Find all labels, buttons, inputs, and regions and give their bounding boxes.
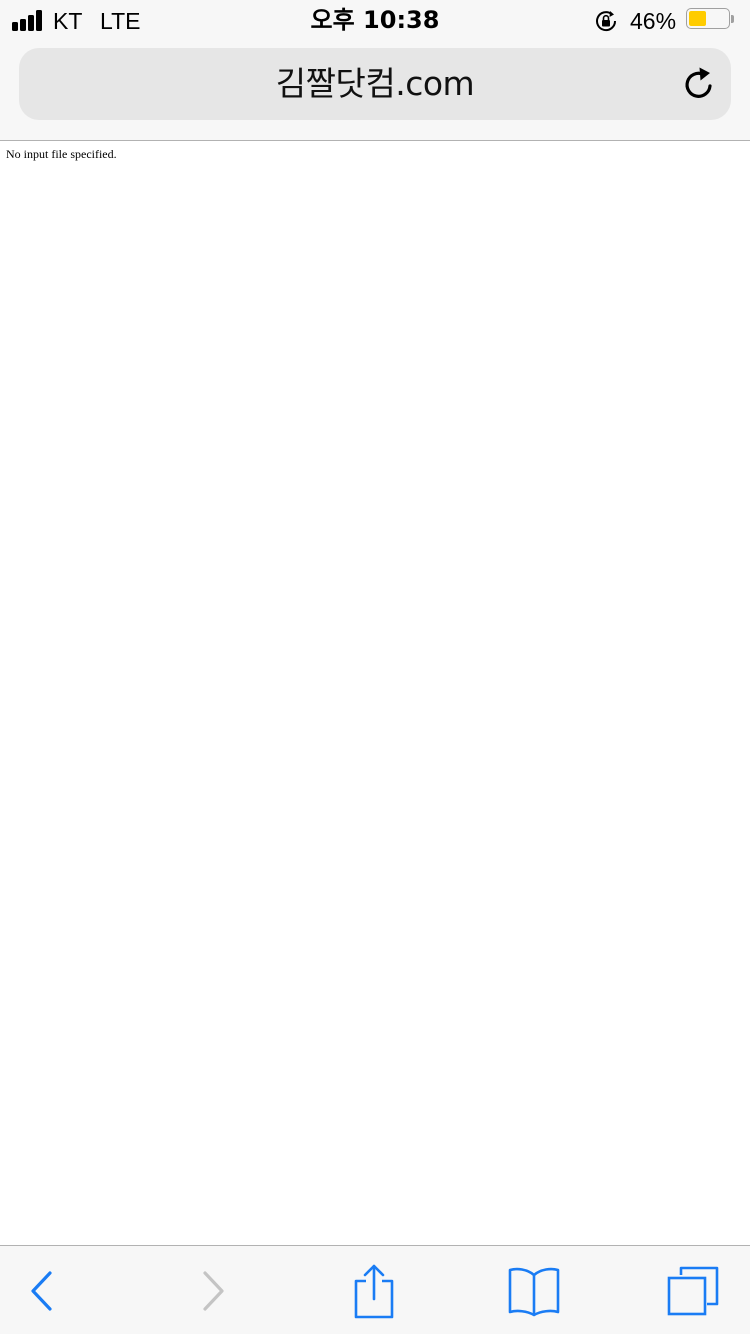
battery-percent: 46% — [630, 8, 677, 34]
address-bar-area: 김짤닷컴.com — [0, 40, 750, 141]
bottom-toolbar — [0, 1245, 750, 1334]
battery-level — [689, 11, 707, 26]
status-bar: KT LTE 오후 10:38 46% — [0, 0, 750, 40]
share-icon[interactable] — [352, 1263, 396, 1319]
tabs-icon[interactable] — [666, 1265, 720, 1317]
share-button[interactable] — [324, 1246, 424, 1334]
rotation-lock-icon — [596, 11, 617, 32]
battery-icon — [686, 8, 734, 31]
back-icon[interactable] — [28, 1270, 58, 1312]
reload-icon[interactable] — [679, 64, 719, 104]
forward-icon[interactable] — [197, 1270, 227, 1312]
error-message: No input file specified. — [6, 147, 117, 161]
url-text[interactable]: 김짤닷컴.com — [19, 48, 731, 120]
tabs-button[interactable] — [643, 1246, 743, 1334]
forward-button[interactable] — [162, 1246, 262, 1334]
address-bar[interactable]: 김짤닷컴.com — [19, 48, 731, 120]
bookmarks-button[interactable] — [484, 1246, 584, 1334]
web-content: No input file specified. — [0, 141, 750, 1245]
bookmarks-icon[interactable] — [507, 1265, 561, 1317]
back-button[interactable] — [0, 1246, 93, 1334]
